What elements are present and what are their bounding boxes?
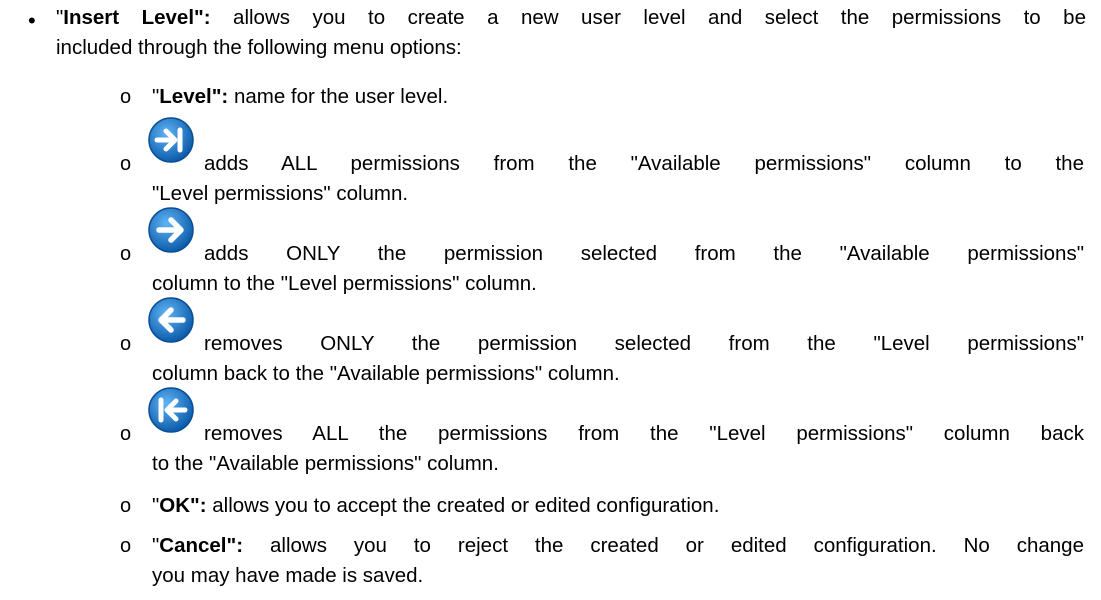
insert-level-term: Insert Level [63,6,195,29]
document-page: • "Insert Level": allows you to create a… [0,0,1101,600]
sub-bullet: o [120,423,132,445]
level-term: Level [159,85,212,108]
sub-bullet: o [120,333,132,355]
item-text: adds ALL permissions from the "Available… [152,152,1084,205]
sub-bullet: o [120,153,132,175]
sub-bullet: o [120,535,132,557]
item-text: removes ALL the permissions from the "Le… [152,422,1084,475]
sub-bullet: o [120,243,132,265]
main-line-2: included through the following menu opti… [56,36,462,59]
item-text: "Level": name for the user level. [152,85,449,108]
main-line-1: "Insert Level": allows you to create a n… [56,6,1086,29]
sub-bullet: o [120,86,132,108]
item-text: "OK": allows you to accept the created o… [152,494,720,517]
item-text: removes ONLY the permission selected fro… [152,332,1084,385]
main-bullet: • [28,8,36,33]
main-paragraph: "Insert Level": allows you to create a n… [56,3,1086,63]
item-text: "Cancel": allows you to reject the creat… [152,534,1084,587]
cancel-term: Cancel [159,534,227,557]
ok-term: OK [159,494,191,517]
sub-bullet: o [120,495,132,517]
item-text: adds ONLY the permission selected from t… [152,242,1084,295]
